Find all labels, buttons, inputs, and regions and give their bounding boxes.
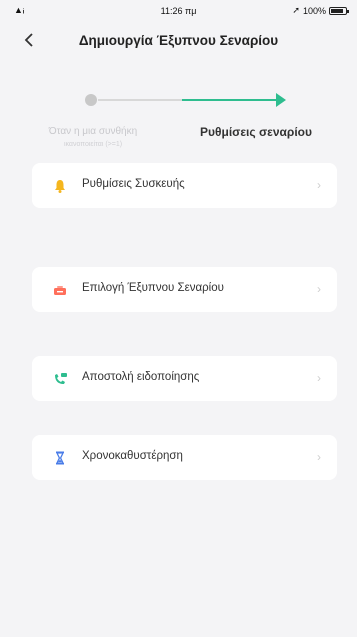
- stepper: Όταν η μια συνθήκη ικανοποιείται (>=1) Ρ…: [0, 86, 357, 156]
- status-right: ➚ 100%: [292, 5, 349, 16]
- option-label: Αποστολή ειδοποίησης: [82, 371, 200, 383]
- notification-icon: [55, 373, 67, 384]
- chevron-right-icon: ›: [317, 371, 321, 385]
- navigation-bar: Δημιουργία Έξυπνου Σεναρίου: [0, 20, 357, 64]
- option-label: Χρονοκαθυστέρηση: [82, 450, 183, 462]
- page-title: Δημιουργία Έξυπνου Σεναρίου: [78, 33, 279, 48]
- hourglass-icon: [55, 451, 65, 465]
- battery-icon: [329, 6, 349, 15]
- chevron-right-icon: ›: [317, 450, 321, 464]
- step2-title: Ρυθμίσεις σεναρίου: [200, 125, 312, 139]
- bell-icon: [55, 180, 65, 193]
- step1-dot: [85, 94, 97, 106]
- status-bar: ▲ᵢ 11:26 πμ ➚ 100%: [0, 0, 357, 20]
- option-device-settings[interactable]: Ρυθμίσεις Συσκευής ›: [32, 163, 337, 208]
- option-smart-scene[interactable]: Επιλογή Έξυπνου Σεναρίου ›: [32, 267, 337, 312]
- location-icon: ➚: [292, 5, 300, 15]
- step-line-inactive: [98, 99, 182, 101]
- option-label: Ρυθμίσεις Συσκευής: [82, 178, 185, 190]
- option-time-delay[interactable]: Χρονοκαθυστέρηση ›: [32, 435, 337, 480]
- step1-title: Όταν η μια συνθήκη: [48, 126, 138, 137]
- chevron-right-icon: ›: [317, 178, 321, 192]
- battery-percent: 100%: [302, 5, 326, 16]
- step-line-active: [182, 99, 278, 101]
- scene-icon: [54, 286, 66, 295]
- step1-subtitle: ικανοποιείται (>=1): [63, 141, 123, 148]
- chevron-right-icon: ›: [317, 282, 321, 296]
- option-send-notification[interactable]: Αποστολή ειδοποίησης ›: [32, 356, 337, 401]
- step-arrow-icon: [276, 93, 286, 107]
- option-label: Επιλογή Έξυπνου Σεναρίου: [82, 282, 224, 294]
